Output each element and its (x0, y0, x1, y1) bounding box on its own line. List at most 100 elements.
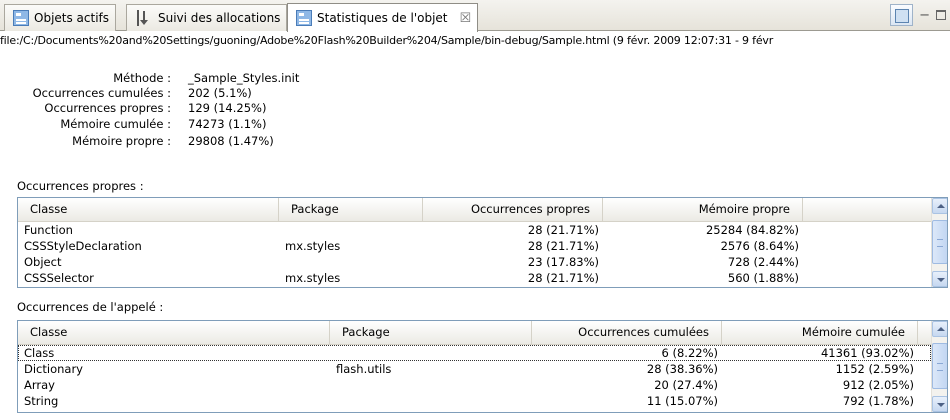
cell-memory: 912 (2.05%) (842, 378, 914, 392)
cell-classe: String (24, 394, 59, 408)
scroll-up-arrow-icon[interactable] (932, 198, 947, 214)
column-header-filler (803, 198, 933, 221)
detail-label: Occurrences propres : (44, 101, 171, 115)
detail-row-method: Méthode : (0, 71, 171, 87)
table-row[interactable]: Class 6 (8.22%) 41361 (93.02%) (18, 345, 931, 361)
table-row[interactable]: Dictionary flash.utils 28 (38.36%) 1152 … (18, 361, 931, 377)
table-header: Classe Package Occurrences cumulées Mémo… (18, 321, 931, 345)
maximize-icon[interactable] (936, 10, 946, 20)
view-menu-icon[interactable] (890, 4, 914, 26)
cell-classe: CSSStyleDeclaration (24, 239, 142, 253)
cell-package: flash.utils (336, 362, 392, 376)
detail-value: 29808 (1.47%) (188, 134, 274, 148)
column-header-classe[interactable]: Classe (18, 198, 279, 221)
cell-package (330, 393, 532, 409)
detail-value-cumulative-occurrences: 202 (5.1%) (188, 86, 388, 102)
cell-classe: Class (24, 346, 55, 360)
detail-value: 129 (14.25%) (188, 101, 267, 115)
cell-package (279, 222, 423, 238)
cell-occurrences: 28 (21.71%) (527, 239, 599, 253)
table-row[interactable]: Function 28 (21.71%) 25284 (84.82%) (18, 222, 931, 238)
cell-occurrences: 11 (15.07%) (646, 394, 718, 408)
detail-label: Mémoire propre : (72, 134, 171, 148)
detail-row-cumulative-occurrences: Occurrences cumulées : (0, 86, 171, 102)
column-header-occurrences-propres[interactable]: Occurrences propres (423, 198, 603, 221)
self-occurrences-section-label: Occurrences propres : (17, 179, 144, 193)
column-header-package[interactable]: Package (330, 321, 532, 344)
table-row[interactable]: String 11 (15.07%) 792 (1.78%) (18, 393, 931, 409)
table-row[interactable]: CSSSelector mx.styles 28 (21.71%) 560 (1… (18, 270, 931, 286)
self-occurrences-table: Classe Package Occurrences propres Mémoi… (17, 197, 948, 288)
detail-value-cumulative-memory: 74273 (1.1%) (188, 117, 388, 133)
column-header-classe[interactable]: Classe (18, 321, 330, 344)
cell-classe: CSSSelector (24, 271, 94, 285)
table-header: Classe Package Occurrences propres Mémoi… (18, 198, 931, 222)
cell-package: mx.styles (285, 239, 341, 253)
column-header-memoire-propre[interactable]: Mémoire propre (603, 198, 803, 221)
cell-memory: 792 (1.78%) (842, 394, 914, 408)
detail-row-self-occurrences: Occurrences propres : (0, 101, 171, 117)
table-row[interactable]: Array 20 (27.4%) 912 (2.05%) (18, 377, 931, 393)
cell-memory: 25284 (84.82%) (705, 223, 799, 237)
cell-memory: 41361 (93.02%) (820, 346, 914, 360)
scrollbar-thumb[interactable] (932, 220, 947, 264)
cell-package (330, 377, 532, 393)
tab-label: Suivi des allocations (158, 11, 281, 25)
close-tab-icon[interactable]: ☒ (460, 12, 472, 25)
cell-classe: Object (24, 255, 62, 269)
cell-occurrences: 28 (21.71%) (527, 271, 599, 285)
detail-row-self-memory: Mémoire propre : (0, 134, 171, 150)
allocation-trace-icon (137, 10, 153, 26)
column-header-occurrences-cumulees[interactable]: Occurrences cumulées (532, 321, 722, 344)
cell-occurrences: 28 (38.36%) (646, 362, 718, 376)
column-header-package[interactable]: Package (279, 198, 423, 221)
cell-classe: Array (24, 378, 55, 392)
vertical-scrollbar[interactable] (931, 321, 947, 412)
minimize-icon[interactable]: − (919, 9, 930, 22)
view-toolbar: − (890, 4, 946, 26)
tab-objets-actifs[interactable]: Objets actifs (4, 4, 117, 31)
detail-value: 74273 (1.1%) (188, 117, 267, 131)
cell-classe: Dictionary (24, 362, 83, 376)
vertical-scrollbar[interactable] (931, 198, 947, 287)
tab-suivi-des-allocations[interactable]: Suivi des allocations (126, 4, 288, 31)
cell-occurrences: 6 (8.22%) (661, 346, 718, 360)
cell-memory: 560 (1.88%) (727, 271, 799, 285)
detail-label: Mémoire cumulée : (60, 117, 171, 131)
table-body: Function 28 (21.71%) 25284 (84.82%) CSSS… (18, 222, 931, 287)
tab-label: Statistiques de l'objet (317, 11, 448, 25)
table-row[interactable]: CSSStyleDeclaration mx.styles 28 (21.71%… (18, 238, 931, 254)
detail-value: _Sample_Styles.init (188, 71, 300, 85)
column-header-memoire-cumulee[interactable]: Mémoire cumulée (722, 321, 918, 344)
cell-occurrences: 20 (27.4%) (654, 378, 718, 392)
detail-row-cumulative-memory: Mémoire cumulée : (0, 117, 171, 133)
detail-value: 202 (5.1%) (188, 86, 252, 100)
cell-occurrences: 23 (17.83%) (527, 255, 599, 269)
view-tab-bar: Objets actifs Suivi des allocations Stat… (0, 0, 950, 32)
cell-package (330, 345, 532, 361)
cell-memory: 2576 (8.64%) (720, 239, 799, 253)
tab-statistiques-de-l-objet[interactable]: Statistiques de l'objet ☒ (287, 3, 479, 32)
cell-memory: 728 (2.44%) (727, 255, 799, 269)
detail-value-self-occurrences: 129 (14.25%) (188, 101, 388, 117)
profile-file-path: file:/C:/Documents%20and%20Settings/guon… (0, 34, 774, 47)
detail-label: Méthode : (113, 71, 171, 85)
cell-package: mx.styles (285, 271, 341, 285)
objects-icon (13, 10, 29, 26)
callee-occurrences-section-label: Occurrences de l'appelé : (17, 300, 164, 314)
scroll-down-arrow-icon[interactable] (932, 396, 947, 412)
cell-package (279, 254, 423, 270)
table-body: Class 6 (8.22%) 41361 (93.02%) Dictionar… (18, 345, 931, 412)
scroll-down-arrow-icon[interactable] (932, 271, 947, 287)
table-row[interactable]: Object 23 (17.83%) 728 (2.44%) (18, 254, 931, 270)
detail-label: Occurrences cumulées : (32, 86, 171, 100)
cell-memory: 1152 (2.59%) (835, 362, 914, 376)
callee-occurrences-table: Classe Package Occurrences cumulées Mémo… (17, 320, 948, 413)
scroll-up-arrow-icon[interactable] (932, 321, 947, 337)
object-statistics-icon (296, 10, 312, 26)
detail-value-self-memory: 29808 (1.47%) (188, 134, 388, 150)
cell-classe: Function (24, 223, 73, 237)
detail-value-method: _Sample_Styles.init (188, 71, 388, 87)
scrollbar-thumb[interactable] (932, 343, 947, 389)
cell-occurrences: 28 (21.71%) (527, 223, 599, 237)
